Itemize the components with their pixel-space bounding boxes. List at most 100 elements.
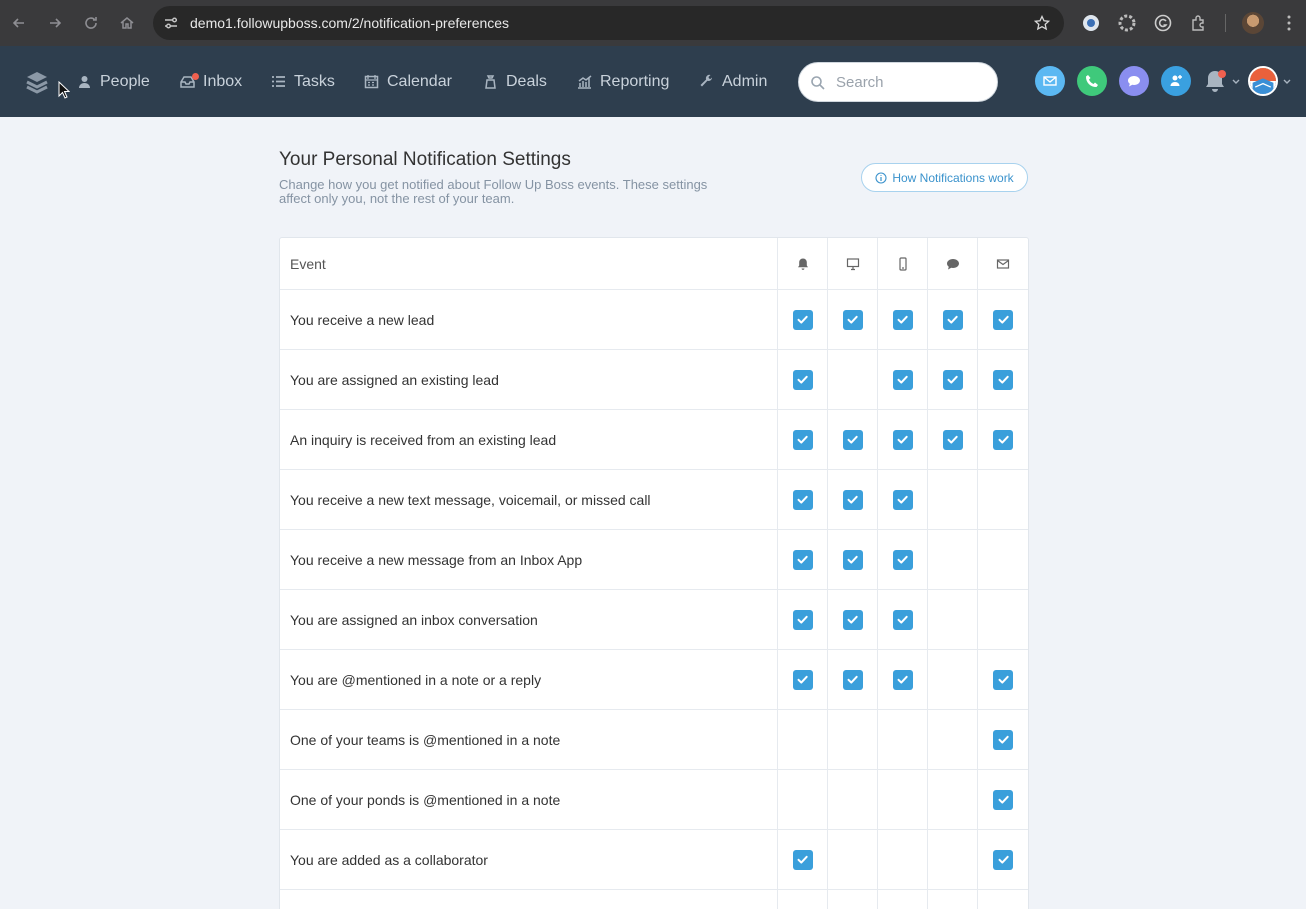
url-text[interactable]: demo1.followupboss.com/2/notification-pr… xyxy=(190,15,509,31)
followupboss-logo-icon[interactable] xyxy=(24,70,50,94)
call-button[interactable] xyxy=(1077,66,1107,96)
email-checkbox[interactable] xyxy=(993,490,1013,510)
chat-checkbox[interactable] xyxy=(943,850,963,870)
nav-tasks[interactable]: Tasks xyxy=(271,46,335,117)
desktop-column-header xyxy=(828,238,878,289)
mobile-checkbox[interactable] xyxy=(893,850,913,870)
bell-checkbox[interactable] xyxy=(792,609,813,630)
desktop-checkbox[interactable] xyxy=(842,429,863,450)
email-cell xyxy=(978,890,1028,909)
chat-checkbox[interactable] xyxy=(943,610,963,630)
how-notifications-work-button[interactable]: How Notifications work xyxy=(861,163,1028,192)
grammarly-extension-icon[interactable] xyxy=(1153,13,1173,33)
mobile-checkbox[interactable] xyxy=(892,489,913,510)
email-checkbox[interactable] xyxy=(993,369,1013,390)
email-button[interactable] xyxy=(1035,66,1065,96)
desktop-checkbox[interactable] xyxy=(842,609,863,630)
checkmark-icon xyxy=(947,375,958,384)
mobile-checkbox[interactable] xyxy=(892,369,913,390)
desktop-checkbox[interactable] xyxy=(842,489,863,510)
browser-toolbar: demo1.followupboss.com/2/notification-pr… xyxy=(0,0,1306,46)
chat-checkbox[interactable] xyxy=(943,730,963,750)
nav-deals[interactable]: Deals xyxy=(483,46,547,117)
nav-inbox[interactable]: Inbox xyxy=(180,46,242,117)
chart-icon xyxy=(578,75,592,89)
notifications-button[interactable] xyxy=(1201,66,1229,96)
checkmark-icon xyxy=(998,315,1009,324)
mobile-checkbox[interactable] xyxy=(892,549,913,570)
bell-checkbox[interactable] xyxy=(792,669,813,690)
desktop-checkbox[interactable] xyxy=(843,790,863,810)
mobile-checkbox[interactable] xyxy=(892,429,913,450)
add-contact-button[interactable] xyxy=(1161,66,1191,96)
forward-icon[interactable] xyxy=(37,0,73,46)
checkmark-icon xyxy=(797,495,808,504)
mobile-checkbox[interactable] xyxy=(893,730,913,750)
bell-checkbox[interactable] xyxy=(792,549,813,570)
address-bar[interactable]: demo1.followupboss.com/2/notification-pr… xyxy=(153,6,1064,40)
desktop-checkbox[interactable] xyxy=(842,669,863,690)
browser-menu-icon[interactable] xyxy=(1281,14,1297,32)
checkmark-icon xyxy=(847,675,858,684)
chat-checkbox[interactable] xyxy=(943,550,963,570)
email-checkbox[interactable] xyxy=(993,849,1013,870)
email-checkbox[interactable] xyxy=(993,309,1013,330)
bell-checkbox[interactable] xyxy=(792,369,813,390)
nav-calendar[interactable]: Calendar xyxy=(364,46,452,117)
mobile-column-header xyxy=(878,238,928,289)
browser-profile-avatar[interactable] xyxy=(1242,12,1264,34)
home-icon[interactable] xyxy=(109,0,145,46)
bell-checkbox[interactable] xyxy=(792,309,813,330)
mobile-checkbox[interactable] xyxy=(892,309,913,330)
email-checkbox[interactable] xyxy=(993,610,1013,630)
chat-checkbox[interactable] xyxy=(943,670,963,690)
checkmark-icon xyxy=(947,315,958,324)
chevron-down-icon[interactable] xyxy=(1232,79,1240,85)
table-row: You are added as a collaborator xyxy=(280,830,1028,890)
email-checkbox[interactable] xyxy=(993,729,1013,750)
mobile-checkbox[interactable] xyxy=(892,669,913,690)
checkmark-icon xyxy=(847,615,858,624)
password-manager-extension-icon[interactable] xyxy=(1081,13,1101,33)
bell-checkbox[interactable] xyxy=(792,429,813,450)
chevron-down-icon[interactable] xyxy=(1283,79,1291,85)
bell-checkbox[interactable] xyxy=(793,730,813,750)
desktop-checkbox[interactable] xyxy=(842,549,863,570)
bell-checkbox[interactable] xyxy=(792,849,813,870)
checkmark-icon xyxy=(998,855,1009,864)
bell-checkbox[interactable] xyxy=(792,489,813,510)
chat-checkbox[interactable] xyxy=(943,790,963,810)
desktop-checkbox[interactable] xyxy=(843,730,863,750)
extensions-puzzle-icon[interactable] xyxy=(1189,13,1209,33)
page-title: Your Personal Notification Settings xyxy=(279,149,571,170)
bell-checkbox[interactable] xyxy=(793,790,813,810)
table-row: You receive a new lead xyxy=(280,290,1028,350)
mouse-cursor-icon xyxy=(58,81,70,99)
search-input[interactable] xyxy=(836,73,986,91)
nav-people[interactable]: People xyxy=(77,46,150,117)
nav-reporting[interactable]: Reporting xyxy=(577,46,669,117)
chat-checkbox[interactable] xyxy=(942,369,963,390)
bookmark-star-icon[interactable] xyxy=(1034,15,1050,31)
email-checkbox[interactable] xyxy=(993,429,1013,450)
desktop-checkbox[interactable] xyxy=(843,370,863,390)
email-checkbox[interactable] xyxy=(993,789,1013,810)
site-settings-icon[interactable] xyxy=(163,15,179,31)
gear-extension-icon[interactable] xyxy=(1117,13,1137,33)
back-icon[interactable] xyxy=(1,0,37,46)
nav-admin[interactable]: Admin xyxy=(699,46,767,117)
search-box[interactable] xyxy=(798,62,998,102)
mobile-checkbox[interactable] xyxy=(892,609,913,630)
chat-checkbox[interactable] xyxy=(942,429,963,450)
email-checkbox[interactable] xyxy=(993,669,1013,690)
chat-checkbox[interactable] xyxy=(943,490,963,510)
mobile-checkbox[interactable] xyxy=(893,790,913,810)
email-checkbox[interactable] xyxy=(993,550,1013,570)
reload-icon[interactable] xyxy=(73,0,109,46)
desktop-checkbox[interactable] xyxy=(842,309,863,330)
text-message-button[interactable] xyxy=(1119,66,1149,96)
chat-checkbox[interactable] xyxy=(942,309,963,330)
desktop-cell xyxy=(828,710,878,769)
user-avatar[interactable] xyxy=(1248,66,1278,96)
desktop-checkbox[interactable] xyxy=(843,850,863,870)
